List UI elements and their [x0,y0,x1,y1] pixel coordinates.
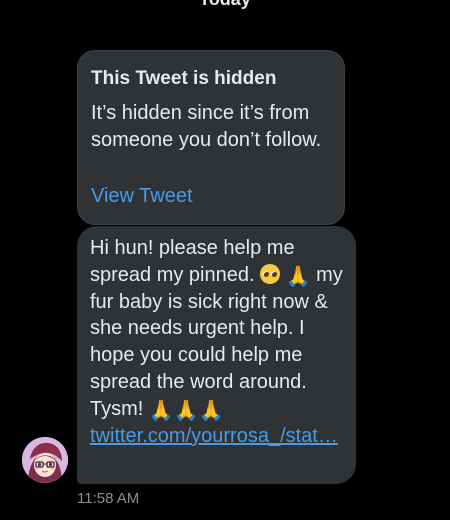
hidden-tweet-title: This Tweet is hidden [91,68,277,89]
message-bubble: Hi hun! please help me spread my pinned.… [77,226,356,484]
message-line-2: spread my pinned. [90,263,255,286]
message-text: Hi hun! please help me spread my pinned.… [90,235,344,449]
anime-avatar-icon [22,437,68,483]
pleading-face-icon [260,263,281,284]
view-tweet-link[interactable]: View Tweet [91,183,193,210]
hidden-tweet-card: This Tweet is hidden It’s hidden since i… [77,50,345,225]
message-link[interactable]: twitter.com/yourrosa_/stat… [90,425,338,447]
hidden-tweet-body: It’s hidden since it’s from someone you … [91,102,322,151]
folded-hands-trio-icon: 🙏🙏🙏 [148,399,224,422]
folded-hands-icon: 🙏 [285,265,311,288]
date-separator: Today [0,0,450,9]
message-line-1: Hi hun! please help me [90,237,295,259]
message-timestamp: 11:58 AM [77,490,140,507]
sender-avatar[interactable] [22,437,68,483]
